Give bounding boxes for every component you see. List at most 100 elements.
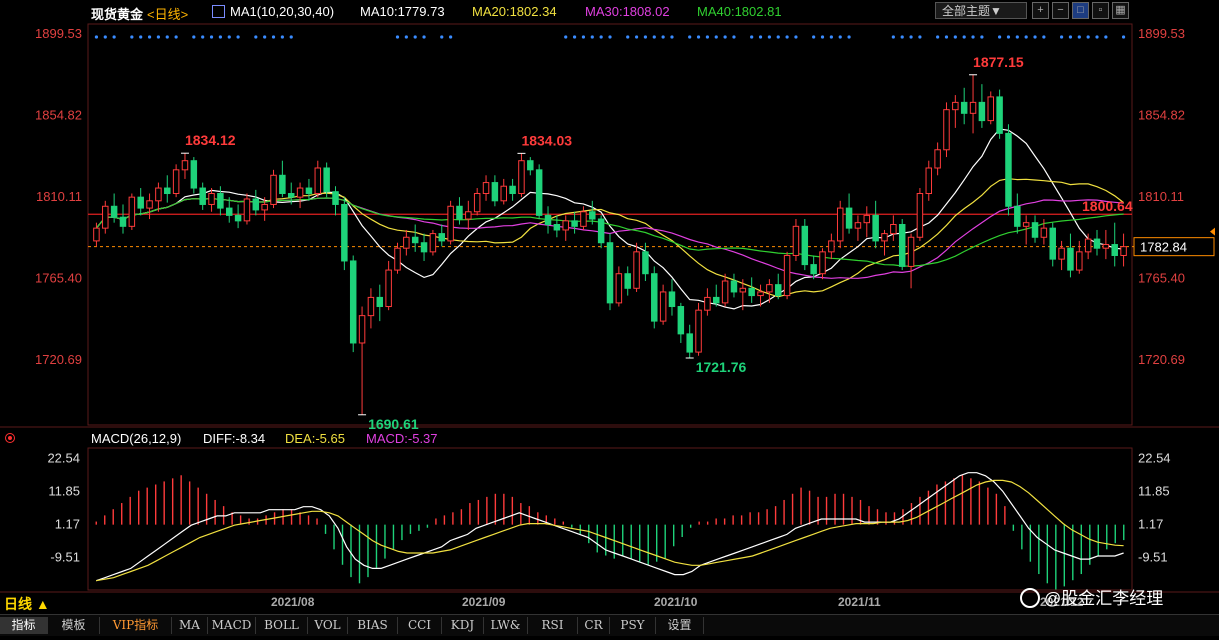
tab-lw[interactable]: LW& bbox=[484, 617, 528, 634]
signal-dot bbox=[599, 35, 603, 39]
signal-dot bbox=[440, 35, 444, 39]
restore-icon[interactable]: ▫ bbox=[1092, 2, 1109, 19]
theme-dropdown[interactable]: 全部主题▼ bbox=[935, 2, 1027, 19]
signal-dot bbox=[758, 35, 763, 39]
candle-body bbox=[872, 214, 879, 242]
candle-body bbox=[199, 187, 206, 205]
candle-body bbox=[721, 280, 729, 304]
tab-indicators[interactable]: 指标 bbox=[0, 617, 48, 634]
tab-kdj[interactable]: KDJ bbox=[442, 617, 484, 634]
candle-body bbox=[1093, 238, 1101, 249]
candle-body bbox=[190, 160, 198, 189]
signal-dot bbox=[254, 35, 258, 39]
candle-body bbox=[420, 242, 428, 253]
period-label[interactable]: <日线> bbox=[147, 4, 188, 23]
signal-dot bbox=[1077, 35, 1081, 39]
macd-dea-line bbox=[96, 479, 1124, 582]
signal-dot bbox=[1095, 35, 1099, 39]
tab-templates[interactable]: 模板 bbox=[48, 617, 100, 634]
candle-body bbox=[553, 224, 561, 231]
chart-settings-icon[interactable] bbox=[212, 5, 225, 18]
signal-dot bbox=[280, 35, 284, 39]
tab-rsi[interactable]: RSI bbox=[528, 617, 578, 634]
candle-body bbox=[429, 233, 437, 253]
signal-dot bbox=[112, 35, 116, 39]
candle-body bbox=[854, 222, 862, 229]
signal-dot bbox=[767, 35, 771, 39]
candle-body bbox=[518, 160, 525, 195]
candle-body bbox=[890, 224, 897, 235]
signal-dot bbox=[829, 35, 833, 39]
signal-dot bbox=[891, 35, 895, 39]
macd-tick-label: 1.17 bbox=[1138, 517, 1163, 532]
signal-dot bbox=[422, 35, 426, 39]
signal-dot bbox=[626, 35, 630, 39]
date-label: 2021/08 bbox=[271, 595, 315, 609]
candle-body bbox=[243, 198, 251, 222]
timeframe-selector[interactable]: 日线 ▲ bbox=[4, 594, 50, 614]
tab-psy[interactable]: PSY bbox=[610, 617, 656, 634]
candle-body bbox=[801, 225, 809, 266]
candle-body bbox=[234, 214, 242, 222]
candle-body bbox=[907, 236, 915, 267]
candle-body bbox=[615, 273, 623, 304]
signal-dot bbox=[998, 35, 1002, 39]
tab-cr[interactable]: CR bbox=[578, 617, 610, 634]
watermark: @股金汇李经理 bbox=[1020, 584, 1163, 610]
signal-dot bbox=[944, 35, 949, 39]
signal-dot bbox=[413, 35, 417, 39]
tab-cci[interactable]: CCI bbox=[398, 617, 442, 634]
candle-body bbox=[252, 198, 260, 211]
tab-settings[interactable]: 设置 bbox=[656, 617, 704, 634]
tab-ma[interactable]: MA bbox=[172, 617, 208, 634]
candle-body bbox=[367, 296, 375, 317]
grid-icon[interactable]: ▦ bbox=[1112, 2, 1129, 19]
maximize-icon[interactable]: □ bbox=[1072, 2, 1089, 19]
watermark-text: @股金汇李经理 bbox=[1044, 589, 1164, 608]
symbol-name: 现货黄金 bbox=[91, 7, 144, 22]
chart-stage[interactable]: 1899.53 1899.53 1854.82 1854.82 1810.11 1810.… bbox=[0, 0, 1219, 636]
price-tick-label: 1810.11 bbox=[1138, 189, 1184, 204]
signal-dot bbox=[909, 35, 913, 39]
macd-tick-label: 22.54 bbox=[47, 451, 80, 466]
signal-dot bbox=[634, 35, 639, 39]
macd-params: MACD(26,12,9) bbox=[91, 431, 182, 446]
signal-dot bbox=[263, 35, 267, 39]
macd-tick-label: -9.51 bbox=[50, 550, 80, 565]
zoom-out-icon[interactable]: − bbox=[1052, 2, 1069, 19]
tab-vip[interactable]: VIP指标 bbox=[100, 617, 172, 634]
tab-vol[interactable]: VOL bbox=[308, 617, 348, 634]
tab-bias[interactable]: BIAS bbox=[348, 617, 398, 634]
candle-body bbox=[456, 205, 463, 220]
candle-body bbox=[952, 101, 959, 111]
signal-dot bbox=[139, 35, 143, 39]
extreme-label: 1834.12 bbox=[185, 132, 236, 148]
signal-dot bbox=[688, 35, 692, 39]
tab-macd[interactable]: MACD bbox=[208, 617, 256, 634]
candle-body bbox=[713, 296, 720, 304]
candle-body bbox=[358, 315, 366, 344]
candle-body bbox=[651, 273, 658, 322]
tab-boll[interactable]: BOLL bbox=[256, 617, 308, 634]
signal-dot bbox=[936, 35, 940, 39]
candle-body bbox=[296, 187, 304, 198]
candle-body bbox=[606, 242, 614, 304]
zoom-in-icon[interactable]: + bbox=[1032, 2, 1049, 19]
ma40-value: MA40:1802.81 bbox=[697, 4, 782, 19]
signal-dot bbox=[94, 35, 99, 39]
candle-body bbox=[704, 296, 711, 311]
ma30-value: MA30:1808.02 bbox=[585, 4, 670, 19]
ma-params: MA1(10,20,30,40) bbox=[230, 4, 335, 19]
candle-body bbox=[128, 196, 136, 227]
candle-body bbox=[226, 207, 233, 216]
candle-body bbox=[836, 207, 844, 242]
candle-body bbox=[1022, 222, 1030, 227]
chart-canvas[interactable]: 1899.53 1899.53 1854.82 1854.82 1810.11 1810.… bbox=[0, 0, 1219, 635]
signal-dot bbox=[953, 35, 957, 39]
candle-body bbox=[270, 174, 277, 205]
candle-body bbox=[1014, 205, 1021, 227]
candle-body bbox=[766, 284, 773, 293]
candle-body bbox=[217, 193, 224, 209]
candle-body bbox=[1076, 251, 1083, 271]
macd-value: MACD:-5.37 bbox=[366, 431, 438, 446]
